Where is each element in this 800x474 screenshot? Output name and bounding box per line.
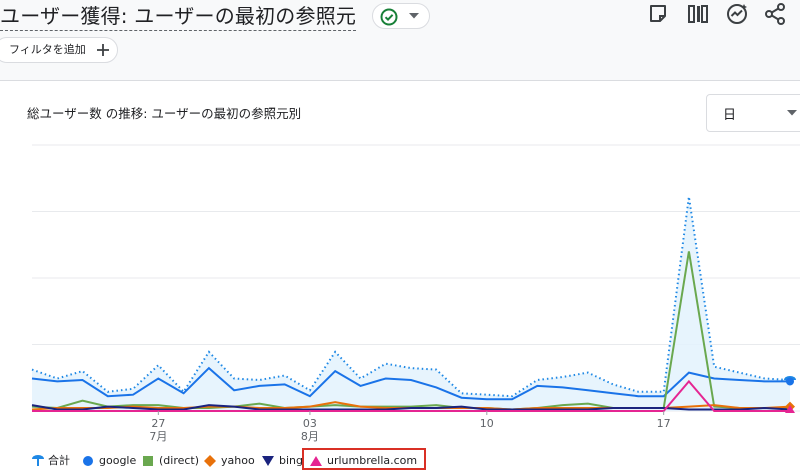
check-circle-icon	[380, 8, 398, 26]
x-tick-label: 03	[303, 417, 317, 430]
chart-x-ticks: 277月 038月 10 17	[149, 411, 671, 443]
x-tick-label: 27	[151, 417, 165, 430]
diamond-marker-icon	[204, 455, 216, 467]
share-icon[interactable]	[763, 2, 787, 26]
status-chip[interactable]	[372, 3, 430, 29]
period-select-value: 日	[723, 108, 737, 123]
legend-label: 合計	[48, 454, 70, 467]
add-filter-label: フィルタを追加	[9, 43, 86, 56]
chevron-down-icon	[787, 110, 797, 116]
chart-series	[31, 196, 791, 412]
x-tick-label: 10	[480, 417, 494, 430]
x-tick-sublabel: 8月	[301, 430, 319, 443]
legend-label: (direct)	[159, 454, 200, 467]
page-title[interactable]: ユーザー獲得: ユーザーの最初の参照元	[0, 3, 357, 31]
plus-icon	[97, 44, 109, 56]
total-marker-icon	[32, 455, 44, 466]
top-bar: ユーザー獲得: ユーザーの最初の参照元 フィルタを追加	[0, 0, 800, 81]
legend-label: google	[99, 454, 137, 467]
series-area-total	[32, 196, 790, 411]
square-marker-icon	[143, 456, 153, 466]
insights-icon[interactable]	[725, 2, 749, 26]
legend-label: bing	[279, 454, 303, 467]
note-icon[interactable]	[646, 2, 670, 26]
add-filter-button[interactable]: フィルタを追加	[0, 37, 118, 63]
legend-label: yahoo	[221, 454, 255, 467]
line-chart: 277月 038月 10 17	[31, 144, 800, 443]
highlight-box	[302, 448, 426, 470]
period-select[interactable]: 日	[706, 94, 800, 132]
circle-marker-icon	[83, 456, 93, 466]
triangle-down-marker-icon	[262, 456, 274, 466]
series-end-marker	[786, 377, 794, 386]
compare-columns-icon[interactable]	[686, 2, 710, 26]
x-tick-label: 17	[657, 417, 671, 430]
card-title: 総ユーザー数 の推移: ユーザーの最初の参照元別	[27, 106, 302, 121]
chevron-down-icon	[409, 13, 419, 19]
x-tick-sublabel: 7月	[149, 430, 167, 443]
